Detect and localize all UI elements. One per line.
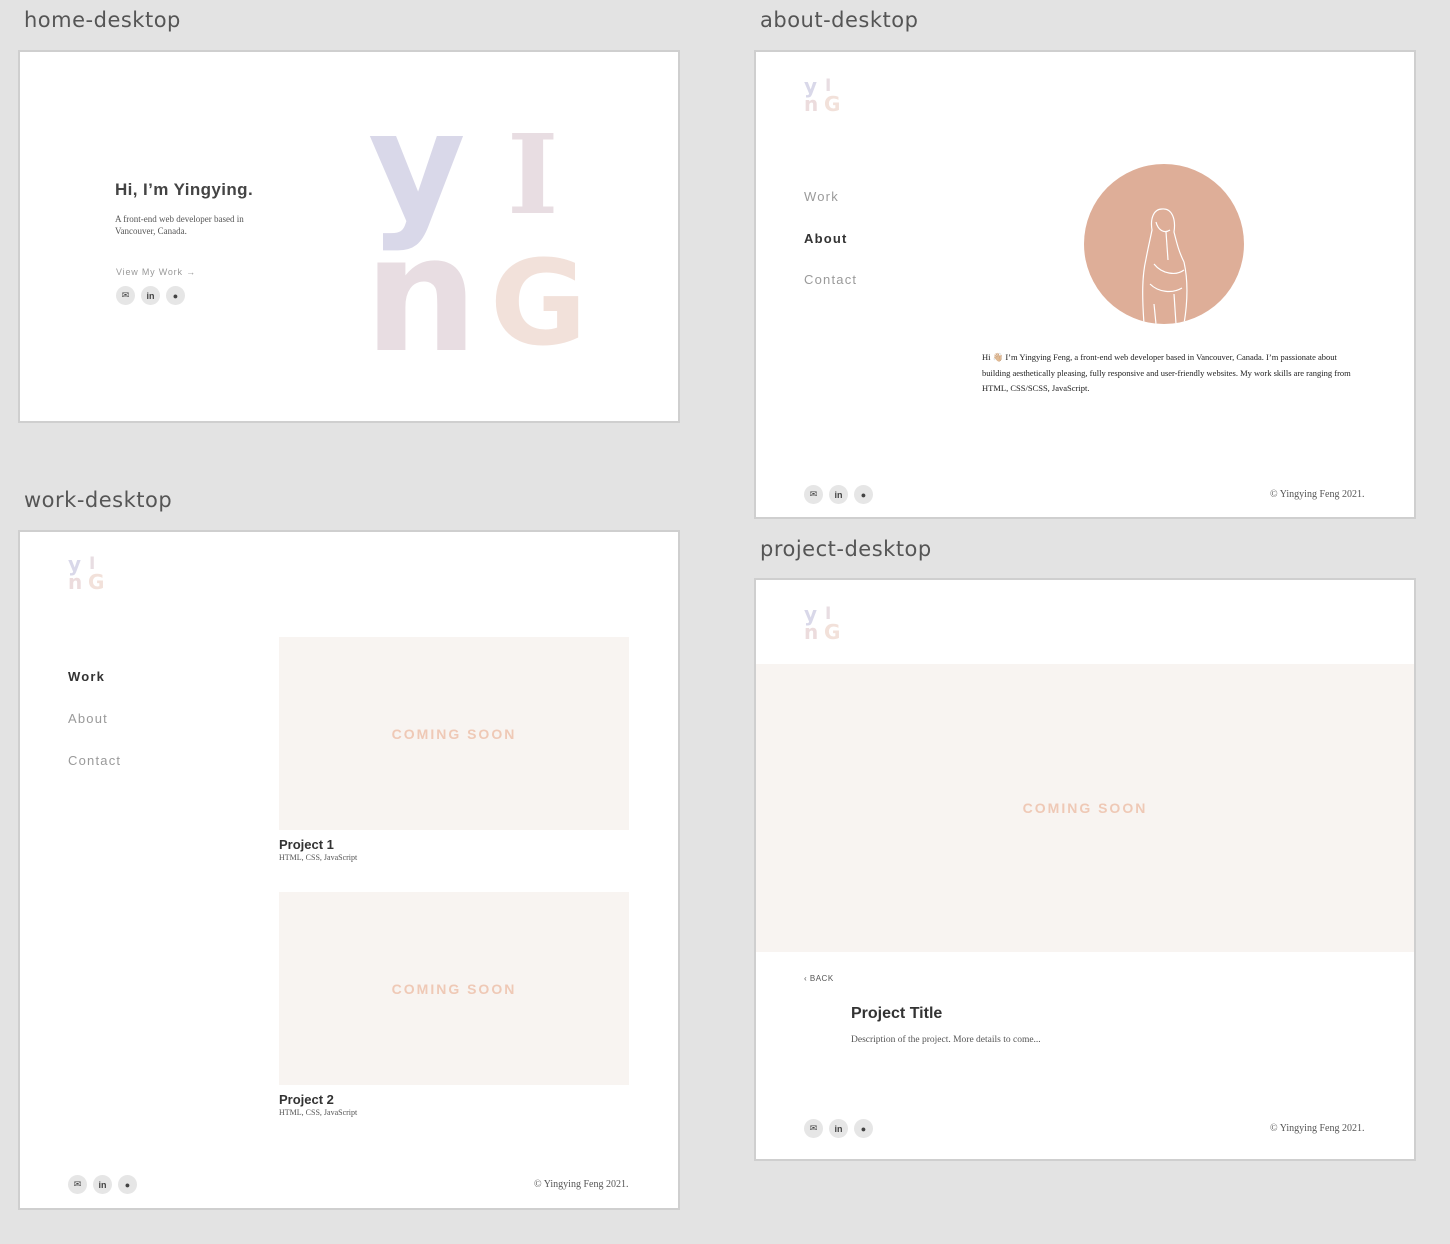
project-desktop-frame: y I n G COMING SOON ‹ BACK Project Title… bbox=[754, 578, 1416, 1161]
about-bio: Hi 👋🏼 I’m Yingying Feng, a front-end web… bbox=[982, 350, 1382, 397]
copyright: © Yingying Feng 2021. bbox=[1270, 489, 1365, 500]
project-2-thumbnail[interactable]: COMING SOON bbox=[279, 892, 629, 1085]
linkedin-icon[interactable]: in bbox=[829, 1119, 848, 1138]
about-bio-line-3: HTML, CSS/SCSS, JavaScript. bbox=[982, 383, 1090, 393]
nav-work[interactable]: Work bbox=[804, 189, 839, 204]
avatar bbox=[1084, 164, 1244, 324]
coming-soon-label: COMING SOON bbox=[391, 725, 517, 742]
github-icon[interactable]: ● bbox=[854, 485, 873, 504]
project-2-tags: HTML, CSS, JavaScript bbox=[279, 1108, 358, 1117]
logo[interactable]: y I n G bbox=[68, 554, 108, 594]
frame-label-about: about-desktop bbox=[760, 8, 919, 32]
work-social-links: ✉ in ● bbox=[68, 1175, 137, 1194]
view-my-work-link[interactable]: View My Work → bbox=[116, 267, 196, 277]
nav-work[interactable]: Work bbox=[68, 669, 105, 684]
linkedin-icon[interactable]: in bbox=[93, 1175, 112, 1194]
about-bio-line-2: building aesthetically pleasing, fully r… bbox=[982, 367, 1351, 378]
home-social-links: ✉ in ● bbox=[116, 286, 185, 305]
mail-icon[interactable]: ✉ bbox=[804, 485, 823, 504]
nav-contact[interactable]: Contact bbox=[68, 753, 121, 768]
about-desktop-frame: y I n G Work About Contact Hi 👋🏼 I’m Yin… bbox=[754, 50, 1416, 519]
logo[interactable]: y I n G bbox=[804, 604, 844, 644]
logo[interactable]: y I n G bbox=[804, 76, 844, 116]
copyright: © Yingying Feng 2021. bbox=[534, 1179, 629, 1190]
frame-label-work: work-desktop bbox=[24, 488, 173, 512]
project-description: Description of the project. More details… bbox=[851, 1035, 1041, 1045]
nav-about[interactable]: About bbox=[68, 711, 108, 726]
frame-label-home: home-desktop bbox=[24, 8, 181, 32]
linkedin-icon[interactable]: in bbox=[141, 286, 160, 305]
mail-icon[interactable]: ✉ bbox=[68, 1175, 87, 1194]
nav-contact[interactable]: Contact bbox=[804, 272, 857, 287]
home-subtitle-line-2: Vancouver, Canada. bbox=[115, 226, 187, 236]
frame-label-project: project-desktop bbox=[760, 537, 932, 561]
project-1-tags: HTML, CSS, JavaScript bbox=[279, 853, 358, 862]
copyright: © Yingying Feng 2021. bbox=[1270, 1123, 1365, 1134]
back-link[interactable]: ‹ BACK bbox=[804, 974, 834, 983]
mail-icon[interactable]: ✉ bbox=[116, 286, 135, 305]
home-desktop-frame: Hi, I’m Yingying. A front-end web develo… bbox=[18, 50, 680, 423]
github-icon[interactable]: ● bbox=[854, 1119, 873, 1138]
linkedin-icon[interactable]: in bbox=[829, 485, 848, 504]
project-title: Project Title bbox=[851, 1005, 943, 1022]
github-icon[interactable]: ● bbox=[118, 1175, 137, 1194]
logo-letter-i: I bbox=[507, 110, 559, 239]
home-heading: Hi, I’m Yingying. bbox=[115, 180, 254, 199]
home-subtitle: A front-end web developer based in Vanco… bbox=[115, 213, 244, 237]
project-1-thumbnail[interactable]: COMING SOON bbox=[279, 637, 629, 830]
project-hero-image: COMING SOON bbox=[756, 664, 1414, 952]
logo-letter-g: G bbox=[490, 234, 587, 372]
project-2-title[interactable]: Project 2 bbox=[279, 1092, 334, 1107]
nav-about[interactable]: About bbox=[804, 231, 848, 246]
work-desktop-frame: y I n G Work About Contact COMING SOON P… bbox=[18, 530, 680, 1210]
about-bio-line-1: Hi 👋🏼 I’m Yingying Feng, a front-end web… bbox=[982, 352, 1337, 362]
about-social-links: ✉ in ● bbox=[804, 485, 873, 504]
project-social-links: ✉ in ● bbox=[804, 1119, 873, 1138]
mail-icon[interactable]: ✉ bbox=[804, 1119, 823, 1138]
project-1-title[interactable]: Project 1 bbox=[279, 837, 334, 852]
home-subtitle-line-1: A front-end web developer based in bbox=[115, 214, 244, 224]
coming-soon-label: COMING SOON bbox=[391, 980, 517, 997]
portrait-line-drawing bbox=[1142, 208, 1188, 324]
github-icon[interactable]: ● bbox=[166, 286, 185, 305]
coming-soon-label: COMING SOON bbox=[1022, 800, 1148, 816]
logo-letter-n: n bbox=[364, 201, 478, 388]
